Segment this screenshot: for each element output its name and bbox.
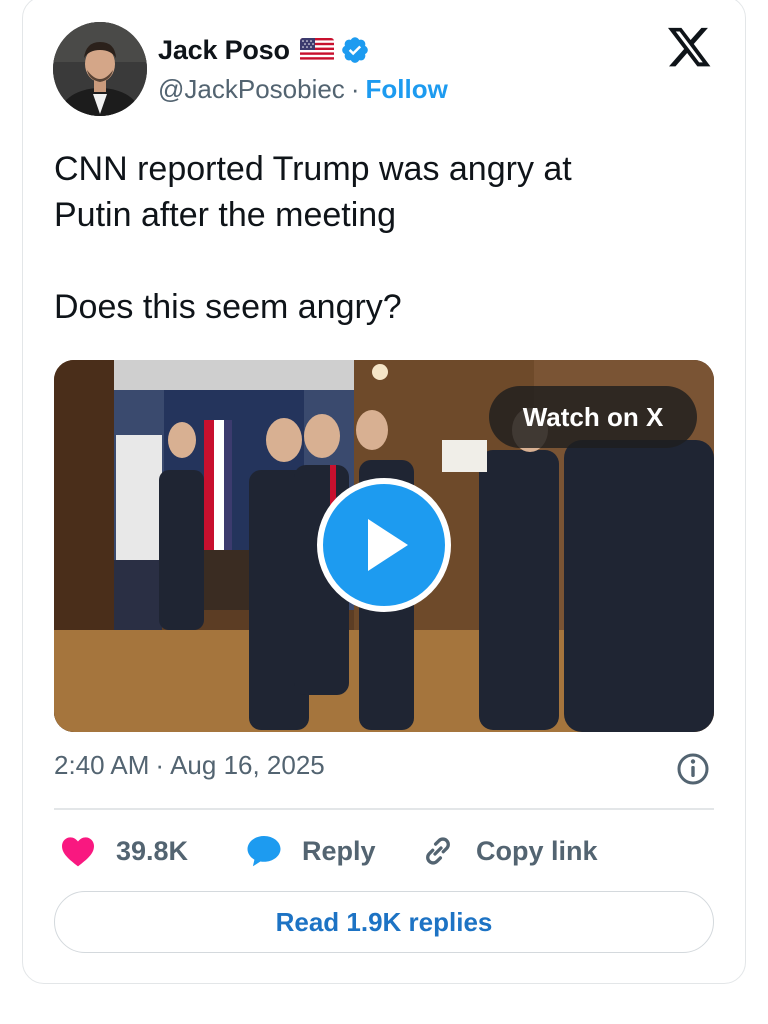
copy-link-label: Copy link [476,835,598,866]
tweet-date: Aug 16, 2025 [170,750,325,780]
tweet-actions: 39.8K Reply Copy link [54,826,714,876]
author-name-row: Jack Poso [158,32,370,68]
like-button[interactable]: 39.8K [60,826,188,876]
link-icon [426,837,450,865]
copy-link-button[interactable]: Copy link [420,826,598,876]
divider [54,808,714,810]
tweet-time: 2:40 AM [54,750,150,780]
x-logo-icon[interactable] [668,27,712,69]
timestamp-separator: · [155,750,165,780]
verified-badge-icon [340,35,370,65]
handle-separator: · [350,74,360,104]
follow-button[interactable]: Follow [365,74,447,105]
reply-bubble-icon [247,836,281,867]
heart-icon [62,837,94,867]
reply-button[interactable]: Reply [246,826,376,876]
read-replies-button[interactable]: Read 1.9K replies [54,891,714,953]
play-button[interactable] [317,478,451,612]
play-icon [368,519,408,571]
avatar[interactable] [53,22,147,116]
tweet-text: CNN reported Trump was angry at Putin af… [54,150,572,326]
author-handle[interactable]: @JackPosobiec [158,74,345,105]
reply-label: Reply [302,835,376,866]
author-handle-row: @JackPosobiec · Follow [158,74,448,105]
us-flag-icon [299,38,334,62]
like-count: 39.8K [116,835,189,866]
watch-on-x-button[interactable]: Watch on X [489,386,697,448]
author-display-name[interactable]: Jack Poso [158,35,290,66]
info-icon[interactable] [676,752,710,786]
video-thumbnail[interactable]: Watch on X [54,360,714,732]
tweet-timestamp[interactable]: 2:40 AM · Aug 16, 2025 [54,750,325,781]
